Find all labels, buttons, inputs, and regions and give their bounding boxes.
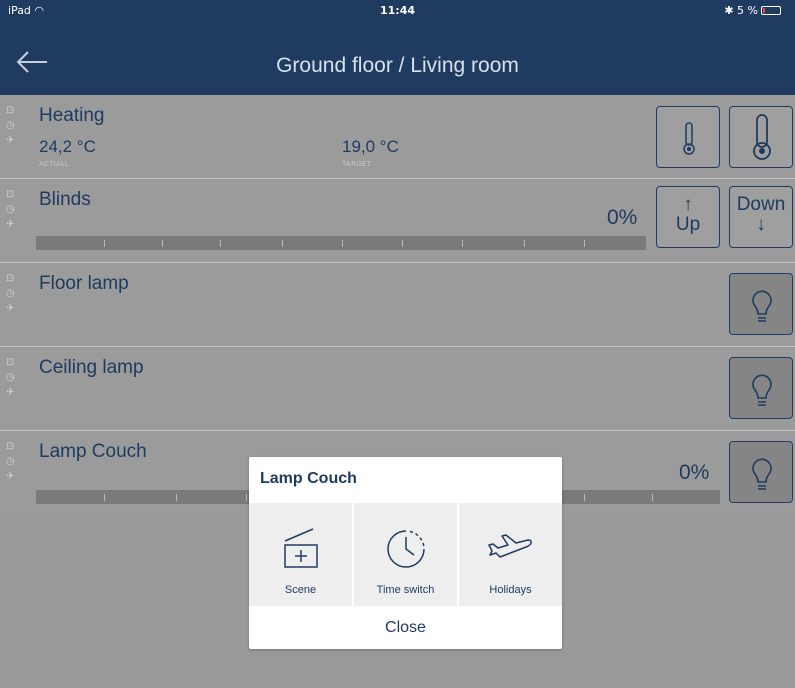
temperature-up-button[interactable] — [729, 106, 793, 168]
status-bar: iPad ◠ 11:44 ✱ 5 % — [0, 0, 795, 20]
arrow-down-icon: ↓ — [756, 214, 766, 235]
options-dialog: Lamp Couch Scene Time switch Holidays Cl… — [249, 457, 562, 649]
battery-icon — [761, 6, 781, 15]
ceiling-lamp-toggle[interactable] — [729, 357, 793, 419]
target-temperature: 19,0 °C — [342, 137, 399, 156]
lightbulb-icon — [752, 290, 772, 322]
time-switch-option-label: Time switch — [376, 584, 435, 596]
actual-label: ACTUAL — [39, 160, 69, 168]
down-label: Down — [736, 194, 786, 215]
thermometer-small-icon — [683, 122, 695, 155]
airplane-icon: ✈ — [6, 387, 15, 398]
device-row-heating: ⊡ ◷ ✈ Heating 24,2 °C ACTUAL 19,0 °C TAR… — [0, 95, 795, 179]
device-title: Ceiling lamp — [39, 357, 144, 378]
floor-lamp-toggle[interactable] — [729, 273, 793, 335]
lamp-couch-percent: 0% — [679, 461, 710, 484]
scene-icon: ⊡ — [6, 105, 15, 116]
scene-icon — [283, 528, 318, 568]
airplane-icon: ✈ — [6, 219, 15, 230]
up-label: Up — [675, 214, 701, 235]
clock-icon: ◷ — [6, 288, 15, 299]
thermometer-large-icon — [753, 114, 771, 160]
blinds-slider[interactable] — [36, 236, 646, 250]
clock-icon: ◷ — [6, 456, 15, 467]
app-header: Ground floor / Living room — [0, 20, 795, 95]
scene-option-label: Scene — [284, 584, 317, 596]
page-title: Ground floor / Living room — [276, 54, 519, 77]
device-list: ⊡ ◷ ✈ Heating 24,2 °C ACTUAL 19,0 °C TAR… — [0, 95, 795, 515]
row-status-icons: ⊡ ◷ ✈ — [6, 103, 20, 148]
actual-temperature: 24,2 °C — [39, 137, 96, 156]
device-row-floor-lamp: ⊡ ◷ ✈ Floor lamp — [0, 263, 795, 347]
holidays-option[interactable]: Holidays — [459, 503, 562, 606]
device-title: Floor lamp — [39, 273, 129, 294]
scene-icon: ⊡ — [6, 357, 15, 368]
row-status-icons: ⊡ ◷ ✈ — [6, 271, 20, 316]
clock: 11:44 — [379, 4, 415, 17]
blinds-up-button[interactable]: ↑ Up — [656, 186, 720, 248]
blinds-percent: 0% — [607, 206, 638, 229]
blinds-down-button[interactable]: Down ↓ — [729, 186, 793, 248]
device-row-ceiling-lamp: ⊡ ◷ ✈ Ceiling lamp — [0, 347, 795, 431]
clock-icon: ◷ — [6, 120, 15, 131]
row-status-icons: ⊡ ◷ ✈ — [6, 355, 20, 400]
airplane-icon: ✈ — [6, 471, 15, 482]
clock-icon — [386, 530, 425, 568]
airplane-icon — [487, 534, 532, 558]
temperature-down-button[interactable] — [656, 106, 720, 168]
close-button[interactable]: Close — [249, 606, 562, 649]
target-label: TARGET — [342, 160, 372, 168]
scene-icon: ⊡ — [6, 441, 15, 452]
time-switch-option[interactable]: Time switch — [354, 503, 459, 606]
device-title: Lamp Couch — [39, 441, 147, 462]
row-status-icons: ⊡ ◷ ✈ — [6, 187, 20, 232]
dialog-options: Scene Time switch Holidays — [249, 503, 562, 606]
lightbulb-icon — [752, 458, 772, 490]
row-status-icons: ⊡ ◷ ✈ — [6, 439, 20, 484]
device-row-blinds: ⊡ ◷ ✈ Blinds 0% ↑ Up Down ↓ — [0, 179, 795, 263]
airplane-icon: ✈ — [6, 303, 15, 314]
airplane-icon: ✈ — [6, 135, 15, 146]
lamp-couch-toggle[interactable] — [729, 441, 793, 503]
arrow-up-icon: ↑ — [683, 194, 693, 215]
device-title: Heating — [39, 105, 105, 126]
scene-icon: ⊡ — [6, 189, 15, 200]
battery-indicator: ✱ 5 % — [724, 4, 781, 17]
clock-icon: ◷ — [6, 372, 15, 383]
bluetooth-icon: ✱ — [724, 4, 734, 17]
clock-icon: ◷ — [6, 204, 15, 215]
scene-option[interactable]: Scene — [249, 503, 354, 606]
dialog-title: Lamp Couch — [260, 470, 357, 487]
device-title: Blinds — [39, 189, 91, 210]
holidays-option-label: Holidays — [489, 584, 532, 596]
lightbulb-icon — [752, 374, 772, 406]
scene-icon: ⊡ — [6, 273, 15, 284]
